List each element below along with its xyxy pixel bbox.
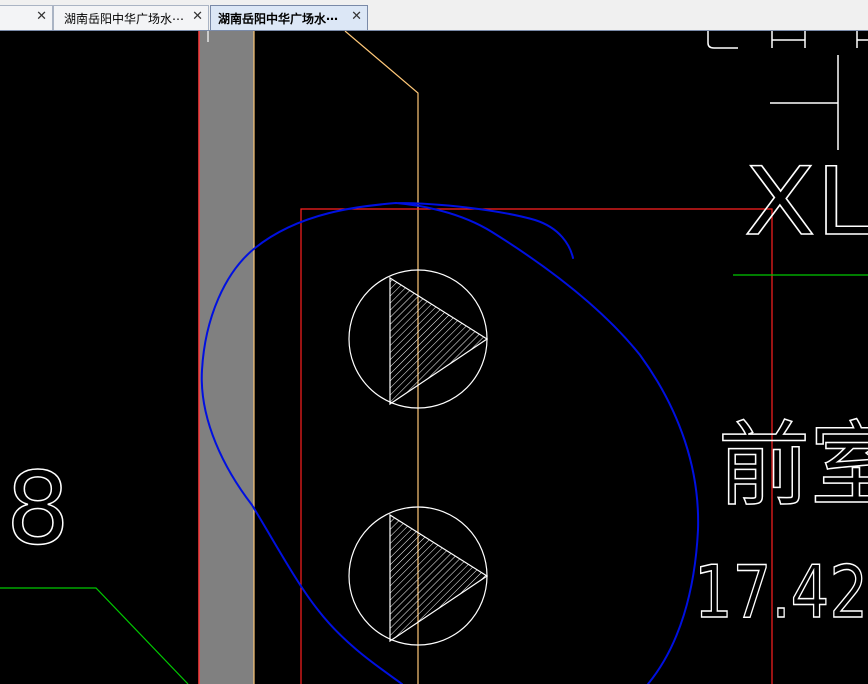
close-icon[interactable]: ✕ [36,10,47,24]
tab-drawing-1[interactable]: 湖南岳阳中华广场水⋯ ✕ [53,5,209,30]
axis-number: 8 [6,450,70,567]
close-icon[interactable]: ✕ [192,10,203,24]
wall-column [199,31,254,684]
partial-label-top: XL [744,148,868,257]
tab-previous[interactable]: ✕ [0,5,53,30]
room-label: 前室 [718,412,868,519]
tab-bar: ✕ 湖南岳阳中华广场水⋯ ✕ 湖南岳阳中华广场水⋯ ✕ [0,0,868,31]
cad-drawing-canvas[interactable]: XL 前室 17.42 8 [0,31,868,684]
tab-label: 湖南岳阳中华广场水⋯ [64,11,185,26]
tab-drawing-2-active[interactable]: 湖南岳阳中华广场水⋯ ✕ [210,5,368,30]
close-icon[interactable]: ✕ [351,10,362,24]
tab-label: 湖南岳阳中华广场水⋯ [218,11,339,26]
elevation-value: 17.42 [694,550,868,634]
